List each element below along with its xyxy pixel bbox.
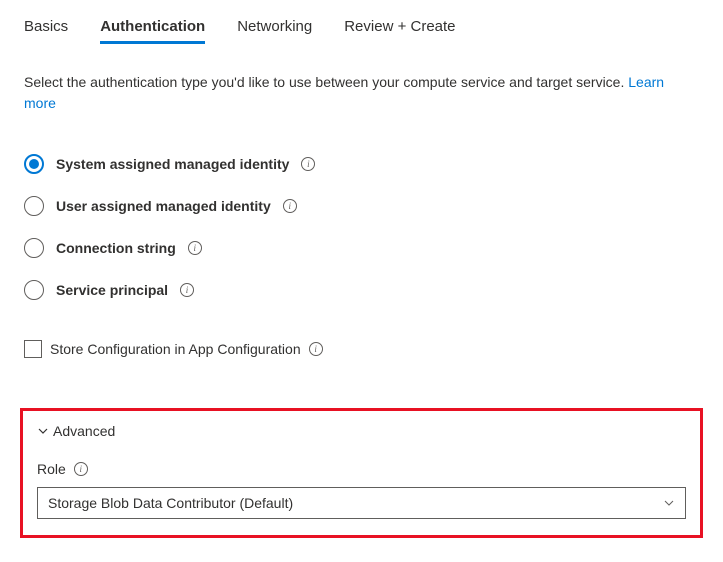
- description-body: Select the authentication type you'd lik…: [24, 74, 628, 90]
- info-icon[interactable]: i: [188, 241, 202, 255]
- description-text: Select the authentication type you'd lik…: [24, 72, 699, 114]
- role-label-row: Role i: [37, 461, 686, 477]
- store-config-row: Store Configuration in App Configuration…: [24, 340, 699, 358]
- info-icon[interactable]: i: [301, 157, 315, 171]
- tab-authentication[interactable]: Authentication: [100, 18, 205, 44]
- chevron-down-icon: [37, 425, 49, 437]
- role-label: Role: [37, 461, 66, 477]
- chevron-down-icon: [663, 497, 675, 509]
- tabs-row: Basics Authentication Networking Review …: [24, 18, 699, 44]
- radio-row-connection-string: Connection string i: [24, 238, 699, 258]
- tab-review-create[interactable]: Review + Create: [344, 18, 455, 44]
- radio-user-identity[interactable]: [24, 196, 44, 216]
- info-icon[interactable]: i: [74, 462, 88, 476]
- radio-system-identity[interactable]: [24, 154, 44, 174]
- radio-label-user-identity: User assigned managed identity: [56, 198, 271, 214]
- radio-service-principal[interactable]: [24, 280, 44, 300]
- info-icon[interactable]: i: [309, 342, 323, 356]
- auth-radio-group: System assigned managed identity i User …: [24, 154, 699, 300]
- info-icon[interactable]: i: [283, 199, 297, 213]
- advanced-section: Advanced Role i Storage Blob Data Contri…: [20, 408, 703, 538]
- role-select[interactable]: Storage Blob Data Contributor (Default): [37, 487, 686, 519]
- radio-row-service-principal: Service principal i: [24, 280, 699, 300]
- radio-row-user-identity: User assigned managed identity i: [24, 196, 699, 216]
- radio-label-service-principal: Service principal: [56, 282, 168, 298]
- store-config-checkbox[interactable]: [24, 340, 42, 358]
- radio-row-system-identity: System assigned managed identity i: [24, 154, 699, 174]
- radio-connection-string[interactable]: [24, 238, 44, 258]
- radio-label-system-identity: System assigned managed identity: [56, 156, 289, 172]
- tab-basics[interactable]: Basics: [24, 18, 68, 44]
- tab-networking[interactable]: Networking: [237, 18, 312, 44]
- radio-label-connection-string: Connection string: [56, 240, 176, 256]
- advanced-toggle[interactable]: Advanced: [37, 423, 686, 439]
- info-icon[interactable]: i: [180, 283, 194, 297]
- role-select-value: Storage Blob Data Contributor (Default): [48, 495, 293, 511]
- store-config-label: Store Configuration in App Configuration: [50, 341, 301, 357]
- advanced-header-label: Advanced: [53, 423, 115, 439]
